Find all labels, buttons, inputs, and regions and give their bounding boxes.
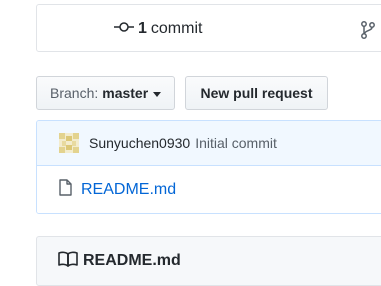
commit-message[interactable]: Initial commit [195, 135, 277, 151]
latest-commit-bar: Sunyuchen0930 Initial commit [37, 121, 381, 166]
list-item[interactable]: README.md [37, 166, 381, 213]
repo-summary-bar: 1 commit [36, 4, 381, 52]
commit-label: commit [150, 20, 203, 37]
commits-link[interactable]: 1 commit [113, 5, 202, 53]
book-icon [58, 251, 78, 272]
file-link[interactable]: README.md [81, 181, 176, 199]
branch-prefix-label: Branch: [50, 85, 99, 101]
new-pull-request-button[interactable]: New pull request [185, 76, 328, 110]
caret-down-icon [153, 91, 162, 97]
readme-header: README.md [36, 236, 381, 286]
file-icon [59, 179, 72, 201]
branch-select-button[interactable]: Branch: master [36, 76, 175, 110]
branch-name: master [102, 85, 149, 101]
readme-title: README.md [83, 252, 181, 269]
git-branch-icon[interactable] [361, 21, 375, 44]
git-commit-icon [113, 20, 135, 38]
commit-count: 1 [138, 20, 147, 37]
avatar[interactable] [59, 133, 79, 153]
commit-author[interactable]: Sunyuchen0930 [89, 135, 190, 151]
file-list: Sunyuchen0930 Initial commit README.md [36, 120, 381, 214]
